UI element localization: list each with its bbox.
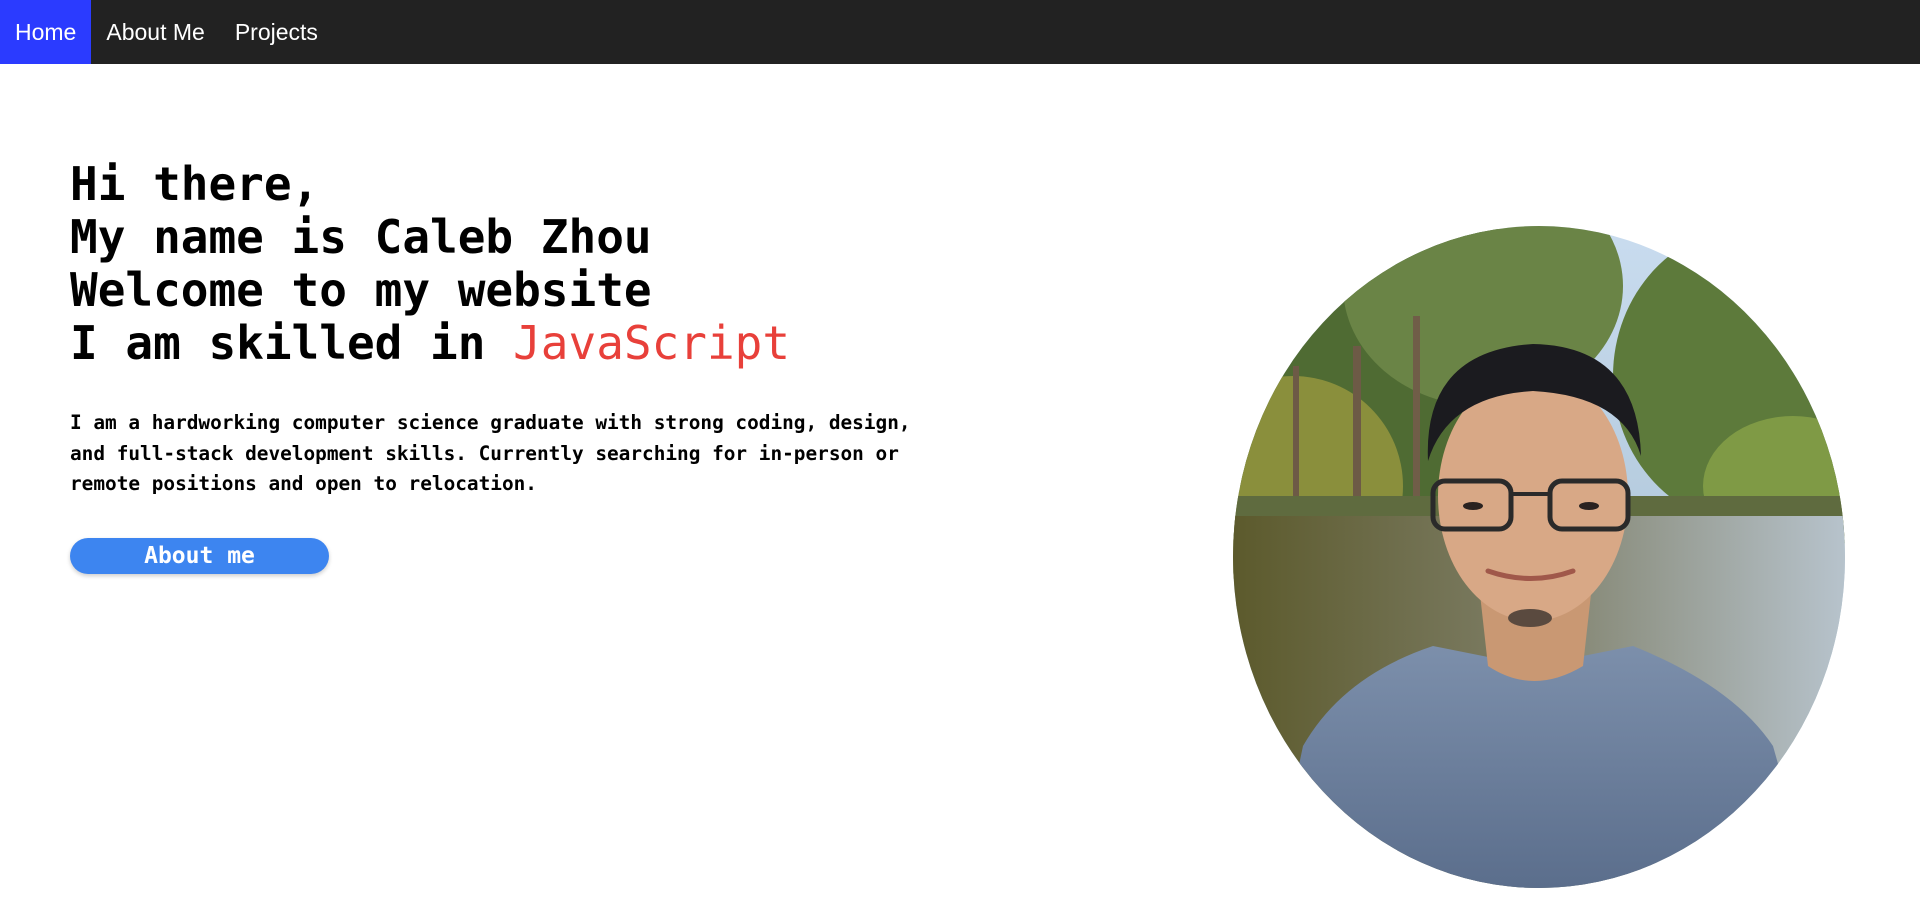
- intro-paragraph: I am a hardworking computer science grad…: [70, 411, 911, 495]
- nav-link-projects[interactable]: Projects: [220, 0, 333, 64]
- headline-line-name: My name is Caleb Zhou: [70, 210, 652, 264]
- skill-typed-text: JavaScript: [513, 316, 791, 370]
- hero-section: Hi there, My name is Caleb Zhou Welcome …: [70, 158, 950, 574]
- nav-link-about-me[interactable]: About Me: [91, 0, 219, 64]
- headline-line-welcome: Welcome to my website: [70, 263, 652, 317]
- skill-prefix: I am skilled in: [70, 316, 514, 370]
- about-me-button[interactable]: About me: [70, 537, 329, 574]
- nav-link-home[interactable]: Home: [0, 0, 92, 64]
- navbar: Home About Me Projects: [0, 0, 1920, 64]
- profile-photo: [1233, 226, 1845, 888]
- headline-line-skills: I am skilled in JavaScript: [70, 317, 950, 370]
- headline-line-greeting: Hi there,: [70, 157, 320, 211]
- profile-photo-illustration: [1233, 226, 1845, 888]
- hero-headline: Hi there, My name is Caleb Zhou Welcome …: [70, 158, 950, 370]
